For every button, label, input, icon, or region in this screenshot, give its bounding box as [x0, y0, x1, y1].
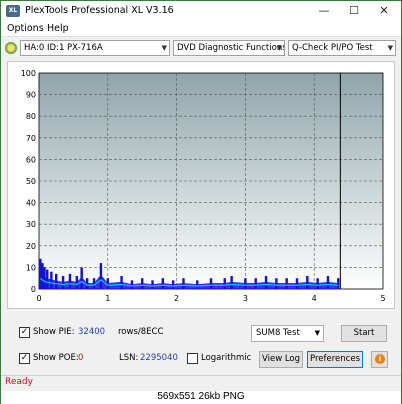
- status-text: Ready: [5, 377, 33, 387]
- y-tick-label: 20: [26, 242, 36, 251]
- maximize-button[interactable]: ☐: [339, 1, 369, 21]
- rows-label: rows/8ECC: [118, 327, 164, 337]
- drive-icon: [5, 42, 17, 54]
- chart-panel: 0 10 20 30 40 50 60 70 80 90 100 0 1 2 3 4 5: [7, 61, 395, 309]
- show-poe-label: Show POE:: [33, 353, 79, 363]
- poe-value: 0: [78, 353, 84, 363]
- sum-test-value: SUM8 Test: [256, 328, 300, 338]
- y-tick-label: 10: [26, 263, 36, 272]
- menu-options[interactable]: Options: [7, 23, 44, 34]
- x-tick-label: 1: [105, 294, 110, 303]
- pie-value: 32400: [78, 327, 106, 337]
- test-select[interactable]: Q-Check PI/PO Test ▼: [288, 40, 396, 56]
- y-tick-label: 60: [26, 155, 36, 164]
- app-logo-icon: XL: [6, 5, 20, 17]
- function-select[interactable]: DVD Diagnostic Functions ▼: [173, 40, 285, 56]
- show-pie-checkbox[interactable]: ✓: [19, 327, 30, 338]
- image-caption: 569x551 26kb PNG: [1, 391, 401, 404]
- menu-help[interactable]: Help: [47, 23, 69, 34]
- pi-po-chart: 0 10 20 30 40 50 60 70 80 90 100 0 1 2 3 4 5: [21, 69, 386, 303]
- chevron-down-icon: ▼: [161, 44, 167, 52]
- controls-panel: ✓ Show PIE: 32400 rows/8ECC SUM8 Test ▼ …: [1, 317, 401, 373]
- x-tick-label: 5: [380, 294, 385, 303]
- y-tick-label: 40: [26, 199, 36, 208]
- x-tick-label: 3: [243, 294, 248, 303]
- info-icon: i: [375, 354, 385, 364]
- minimize-button[interactable]: —: [309, 1, 339, 21]
- close-button[interactable]: ✕: [369, 1, 399, 21]
- logarithmic-checkbox[interactable]: [187, 353, 198, 364]
- title-bar[interactable]: XL PlexTools Professional XL V3.16 — ☐ ✕: [1, 1, 401, 21]
- start-button[interactable]: Start: [341, 325, 387, 342]
- info-button[interactable]: i: [371, 351, 388, 368]
- function-select-value: DVD Diagnostic Functions: [177, 43, 285, 53]
- chevron-down-icon: ▼: [314, 329, 320, 337]
- y-tick-label: 30: [26, 220, 36, 229]
- sum-test-select[interactable]: SUM8 Test ▼: [251, 325, 324, 342]
- y-tick-label: 90: [26, 91, 36, 100]
- chevron-down-icon: ▼: [387, 44, 393, 52]
- y-tick-label: 100: [21, 69, 36, 78]
- menu-bar: Options Help: [1, 21, 401, 37]
- x-tick-label: 0: [36, 294, 41, 303]
- view-log-button[interactable]: View Log: [259, 351, 303, 368]
- window-title: PlexTools Professional XL V3.16: [25, 5, 174, 16]
- x-tick-label: 4: [312, 294, 317, 303]
- lsn-label: LSN:: [119, 353, 139, 363]
- app-window: XL PlexTools Professional XL V3.16 — ☐ ✕…: [0, 0, 402, 404]
- preferences-button[interactable]: Preferences: [307, 351, 363, 368]
- show-pie-label: Show PIE:: [33, 327, 75, 337]
- logarithmic-label: Logarithmic: [201, 353, 252, 363]
- toolbar: HA:0 ID:1 PX-716A ▼ DVD Diagnostic Funct…: [1, 38, 401, 58]
- x-tick-label: 2: [174, 294, 179, 303]
- y-tick-label: 80: [26, 112, 36, 121]
- drive-select-value: HA:0 ID:1 PX-716A: [24, 43, 103, 53]
- show-poe-checkbox[interactable]: ✓: [19, 353, 30, 364]
- drive-select[interactable]: HA:0 ID:1 PX-716A ▼: [20, 40, 170, 56]
- y-tick-label: 0: [31, 285, 36, 294]
- chevron-down-icon: ▼: [276, 44, 282, 52]
- y-tick-label: 50: [26, 177, 36, 186]
- test-select-value: Q-Check PI/PO Test: [292, 43, 373, 53]
- y-tick-label: 70: [26, 134, 36, 143]
- lsn-value: 2295040: [140, 353, 178, 363]
- status-bar: Ready: [1, 375, 401, 389]
